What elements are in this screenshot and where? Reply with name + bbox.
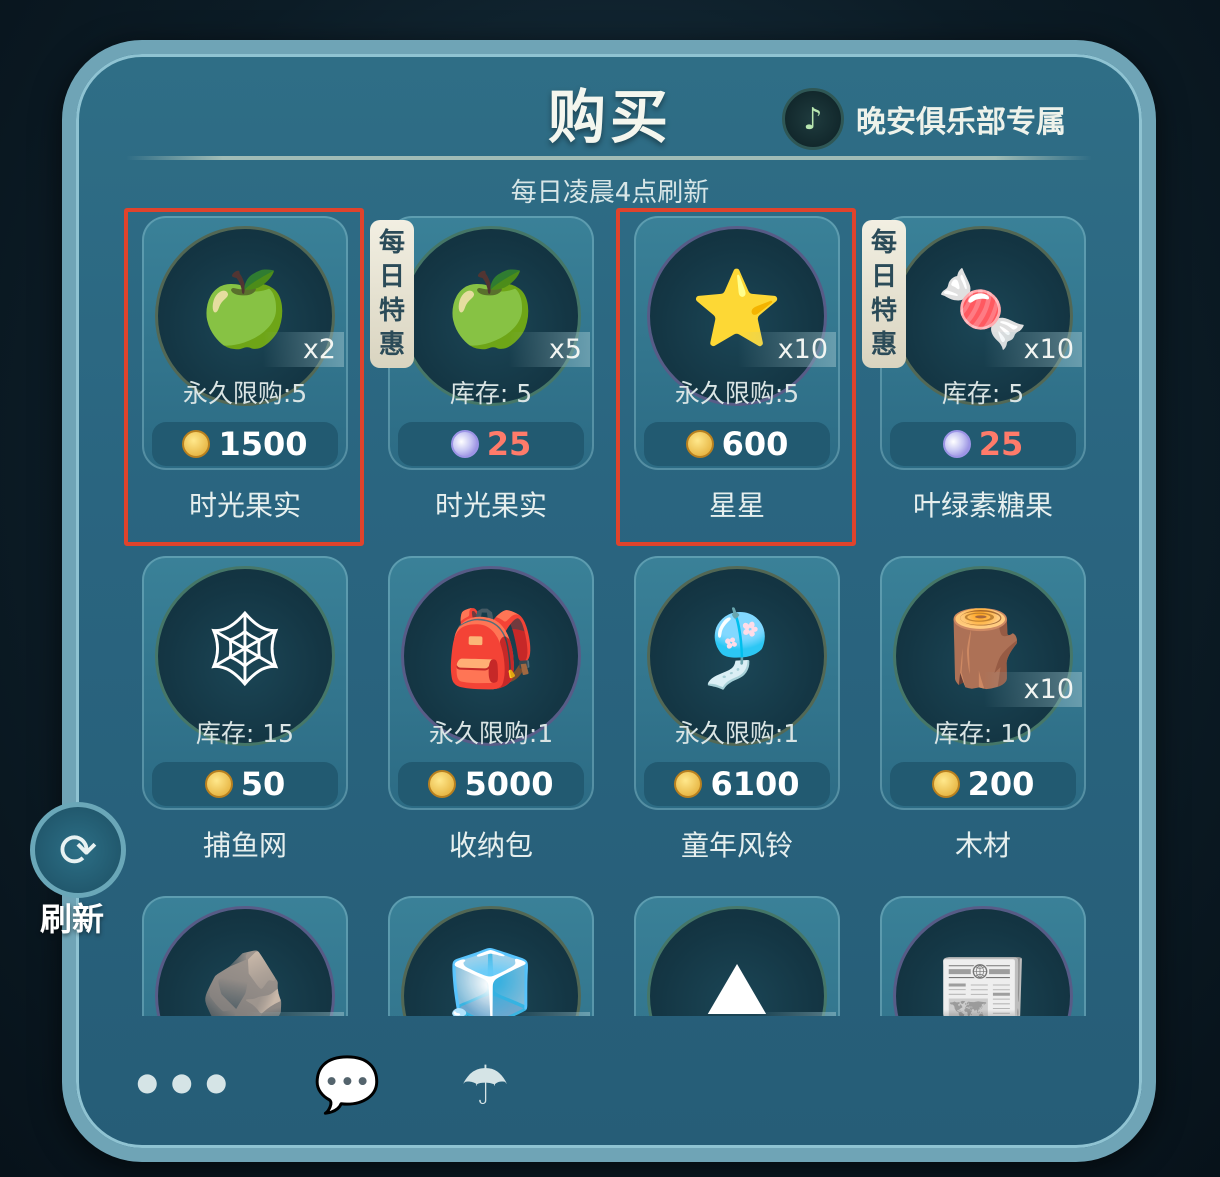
item-quantity: x5 xyxy=(508,1012,590,1016)
buy-button[interactable]: 25 xyxy=(398,422,584,466)
item-card[interactable]: ⛰x5 xyxy=(634,896,840,1016)
item-quantity: x10 xyxy=(983,672,1082,707)
item-stock: 库存: 5 xyxy=(941,379,1025,408)
item-card[interactable]: 📰 xyxy=(880,896,1086,1016)
item-name: 时光果实 xyxy=(434,489,547,522)
item-card[interactable]: 🍏 x5 库存: 5 25 xyxy=(388,216,594,470)
newspaper-icon: 📰 xyxy=(936,946,1030,1016)
flour-pile-icon: ⛰ xyxy=(705,946,769,1016)
buy-button[interactable]: 6100 xyxy=(644,762,830,806)
chat-bubble-icon[interactable]: 💬 xyxy=(314,1053,381,1117)
item-quantity: x10 xyxy=(245,1012,344,1016)
item-price: 50 xyxy=(240,765,286,803)
item-price: 5000 xyxy=(464,765,554,803)
item-stock: 库存: 10 xyxy=(933,719,1033,748)
item-name: 童年风铃 xyxy=(680,829,793,862)
item-name: 收纳包 xyxy=(448,829,533,862)
highlight-box xyxy=(616,208,856,546)
item-stock: 永久限购:1 xyxy=(428,719,554,748)
buy-button[interactable]: 5000 xyxy=(398,762,584,806)
music-note-icon: ♪ xyxy=(782,88,844,150)
fishing-net-icon: 🕸 xyxy=(198,606,292,693)
item-card[interactable]: 🎐 永久限购:1 6100 xyxy=(634,556,840,810)
stone-icon: 🪨 xyxy=(198,946,292,1016)
item-name: 木材 xyxy=(954,829,1011,862)
item-orb: 🧊 xyxy=(401,906,581,1016)
moon-currency-icon xyxy=(450,430,479,458)
item-name: 捕鱼网 xyxy=(202,829,287,862)
item-card[interactable]: 🪵 x10 库存: 10 200 xyxy=(880,556,1086,810)
daily-deal-tag: 每日特惠 xyxy=(370,220,414,368)
item-quantity: x5 xyxy=(508,332,590,367)
buy-button[interactable]: 50 xyxy=(152,762,338,806)
item-price: 25 xyxy=(486,425,532,463)
wind-chime-icon: 🎐 xyxy=(690,606,784,693)
item-card[interactable]: 🕸 库存: 15 50 xyxy=(142,556,348,810)
item-card[interactable]: 🎒 永久限购:1 5000 xyxy=(388,556,594,810)
club-exclusive-toggle[interactable]: ♪ 晚安俱乐部专属 xyxy=(782,86,1066,152)
item-orb: 📰 xyxy=(893,906,1073,1016)
item-card[interactable]: 🪨x10 xyxy=(142,896,348,1016)
club-exclusive-label: 晚安俱乐部专属 xyxy=(856,105,1066,140)
highlight-box xyxy=(124,208,364,546)
item-price: 200 xyxy=(967,765,1035,803)
more-dots-icon[interactable]: ••• xyxy=(130,1054,234,1117)
item-name: 叶绿素糖果 xyxy=(912,489,1053,522)
item-stock: 库存: 5 xyxy=(449,379,533,408)
item-orb: 🪨 xyxy=(155,906,335,1016)
item-card[interactable]: 🧊x5 xyxy=(388,896,594,1016)
item-card[interactable]: 🍬 x10 库存: 5 25 xyxy=(880,216,1086,470)
item-quantity: x5 xyxy=(754,1012,836,1016)
moon-currency-icon xyxy=(942,430,971,458)
item-stock: 永久限购:1 xyxy=(674,719,800,748)
item-quantity: x10 xyxy=(983,332,1082,367)
storage-bag-icon: 🎒 xyxy=(444,606,538,693)
refresh-label: 刷新 xyxy=(40,900,105,938)
item-price: 25 xyxy=(978,425,1024,463)
refresh-button[interactable]: ⟳ xyxy=(30,802,126,898)
bottom-nav: ••• 💬 ☂ xyxy=(130,1040,589,1130)
header-divider xyxy=(126,156,1092,160)
sugar-cubes-icon: 🧊 xyxy=(444,946,538,1016)
item-stock: 库存: 15 xyxy=(195,719,295,748)
buy-button[interactable]: 200 xyxy=(890,762,1076,806)
item-price: 6100 xyxy=(710,765,800,803)
buy-button[interactable]: 25 xyxy=(890,422,1076,466)
item-orb: ⛰ xyxy=(647,906,827,1016)
gold-coin-icon xyxy=(204,770,233,798)
refresh-note: 每日凌晨4点刷新 xyxy=(510,178,710,208)
gold-coin-icon xyxy=(674,770,703,798)
refresh-icon: ⟳ xyxy=(58,823,98,877)
gold-coin-icon xyxy=(428,770,457,798)
daily-deal-tag: 每日特惠 xyxy=(862,220,906,368)
gold-coin-icon xyxy=(931,770,960,798)
umbrella-icon[interactable]: ☂ xyxy=(461,1054,509,1117)
